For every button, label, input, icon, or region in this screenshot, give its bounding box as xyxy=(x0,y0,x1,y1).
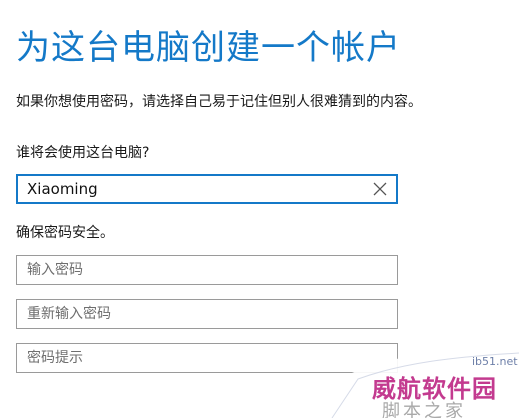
username-field[interactable]: Xiaoming xyxy=(16,174,398,204)
password-hint-placeholder: 密码提示 xyxy=(27,350,83,366)
password-field[interactable]: 输入密码 xyxy=(16,255,398,285)
watermark-site: ib51.net xyxy=(472,355,518,368)
page-description: 如果你想使用密码，请选择自己易于记住但别人很难猜到的内容。 xyxy=(16,94,422,110)
page-title: 为这台电脑创建一个帐户 xyxy=(16,28,401,68)
username-label: 谁将会使用这台电脑? xyxy=(16,145,150,161)
confirm-password-placeholder: 重新输入密码 xyxy=(27,306,111,322)
password-section-label: 确保密码安全。 xyxy=(16,225,114,241)
confirm-password-field[interactable]: 重新输入密码 xyxy=(16,299,398,329)
password-placeholder: 输入密码 xyxy=(27,262,83,278)
watermark-sub: 脚本之家 xyxy=(382,401,466,418)
username-value: Xiaoming xyxy=(27,180,98,198)
close-icon[interactable] xyxy=(372,181,388,197)
watermark: ib51.net 威航软件园 脚本之家 xyxy=(322,345,519,418)
